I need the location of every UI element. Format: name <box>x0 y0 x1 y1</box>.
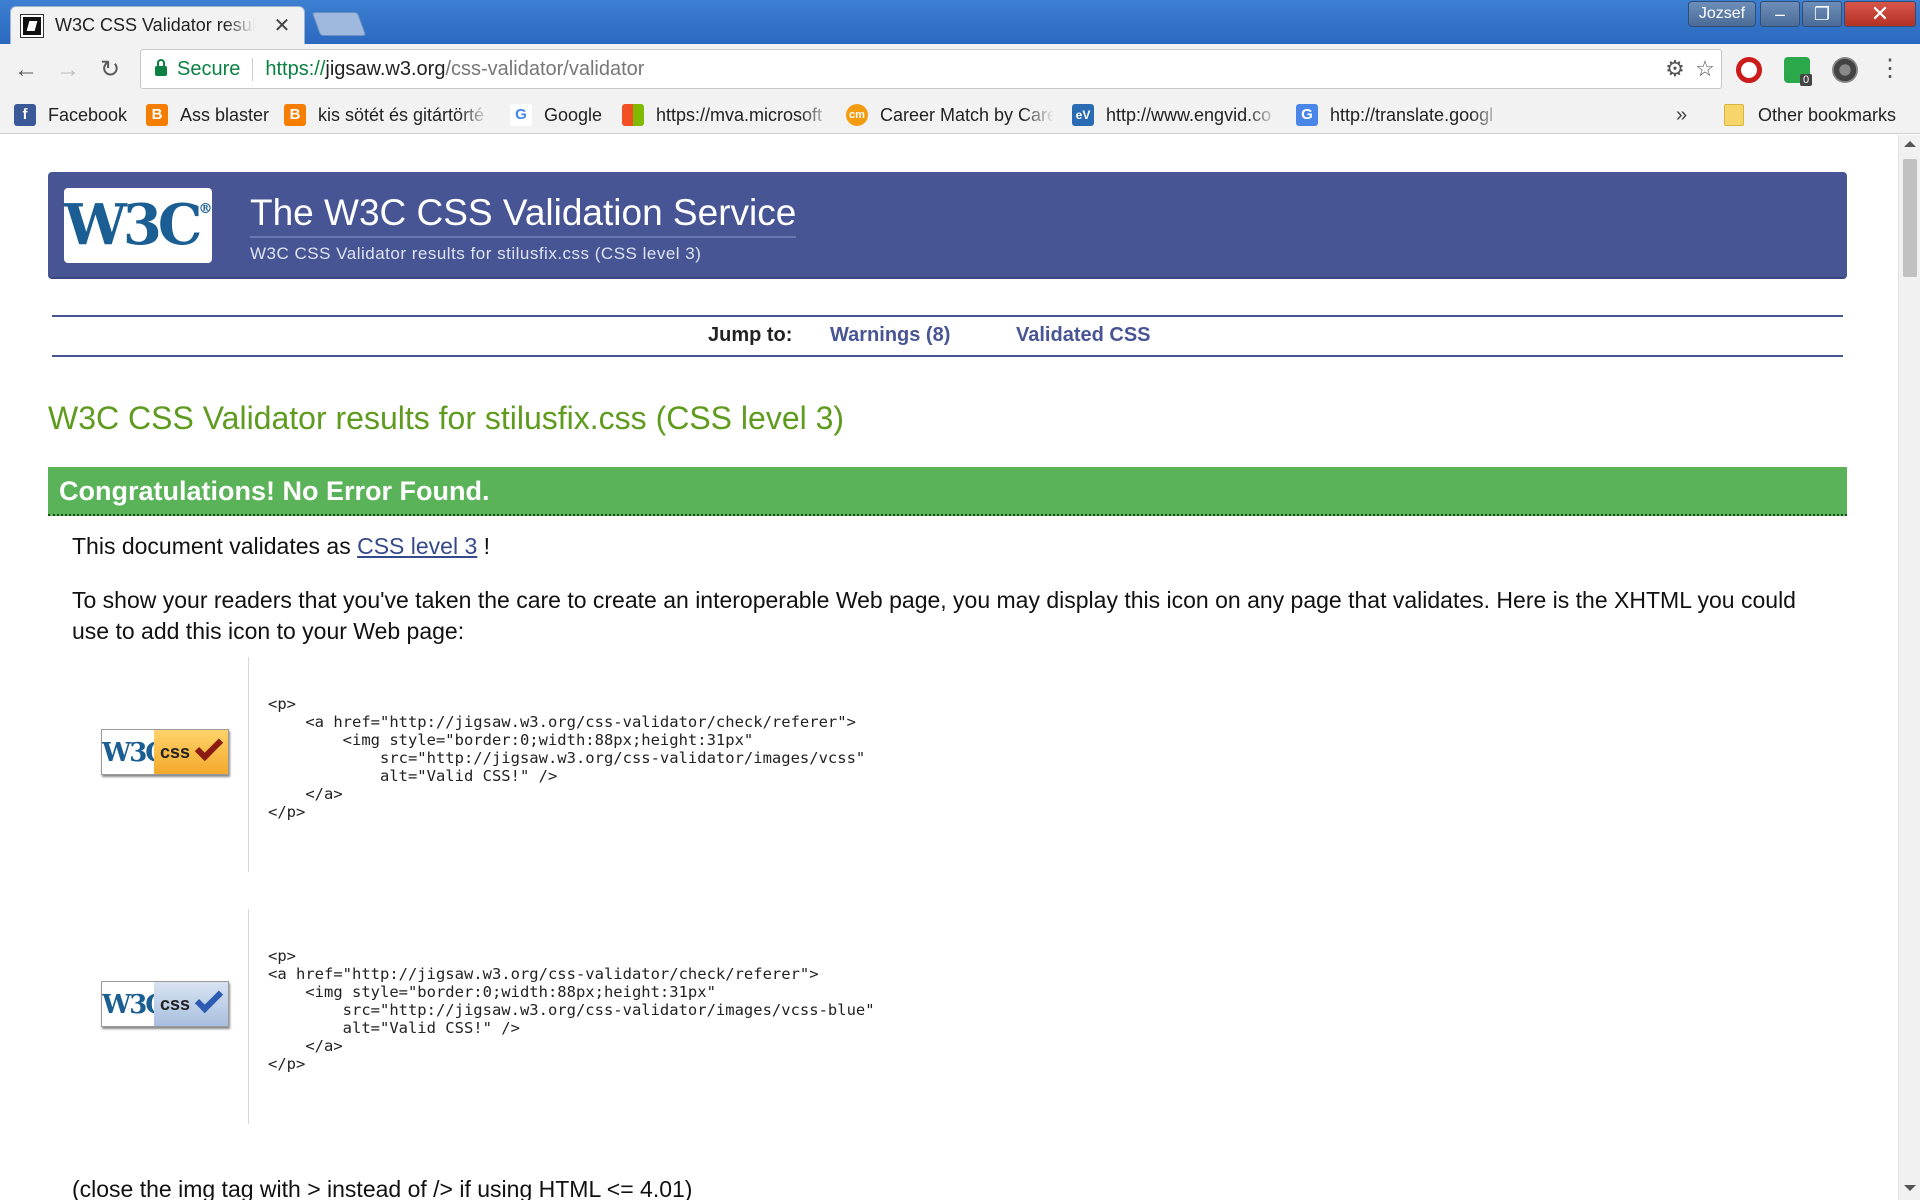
jump-label: Jump to: <box>708 324 793 346</box>
bookmark-google[interactable]: G Google <box>510 101 610 129</box>
bookmark-kis-sotet[interactable]: B kis sötét és gitártörté <box>284 101 490 129</box>
valid-css-badge-blue[interactable]: W3C css <box>101 981 229 1027</box>
forward-button[interactable]: → <box>52 54 84 86</box>
more-bookmarks-chevron-icon[interactable]: » <box>1676 104 1687 127</box>
scroll-down-arrow-icon[interactable] <box>1904 1185 1916 1191</box>
blogger-icon: B <box>146 104 168 126</box>
validates-statement: This document validates as CSS level 3 ! <box>72 533 491 559</box>
google-icon: G <box>510 104 532 126</box>
url-text[interactable]: https://jigsaw.w3.org/css-validator/vali… <box>265 58 644 81</box>
google-translate-icon: G <box>1296 104 1318 126</box>
scroll-up-arrow-icon[interactable] <box>1904 141 1916 147</box>
careermatch-icon: cm <box>846 104 868 126</box>
page-viewport: W3C® The W3C CSS Validation Service W3C … <box>0 135 1898 1200</box>
browser-toolbar: ← → ↻ Secure https://jigsaw.w3.org/css-v… <box>0 44 1920 96</box>
back-button[interactable]: ← <box>10 54 42 86</box>
css-level-3-link[interactable]: CSS level 3 <box>357 533 477 559</box>
congratulations-banner: Congratulations! No Error Found. <box>48 467 1847 516</box>
facebook-icon: f <box>14 104 36 126</box>
bookmark-engvid[interactable]: eV http://www.engvid.co <box>1072 101 1278 129</box>
minimize-button[interactable]: – <box>1760 1 1800 27</box>
checkmark-icon <box>194 984 224 1014</box>
lock-icon <box>155 59 167 76</box>
icon-intro-text: To show your readers that you've taken t… <box>72 587 1796 644</box>
bookmark-facebook[interactable]: f Facebook <box>14 101 132 129</box>
code-snippet-vcss-blue[interactable]: <p> <a href="http://jigsaw.w3.org/css-va… <box>268 947 1248 1073</box>
w3c-logo[interactable]: W3C® <box>64 188 212 263</box>
blogger-icon: B <box>284 104 306 126</box>
scroll-thumb[interactable] <box>1903 159 1917 277</box>
bookmark-translate[interactable]: G http://translate.googl <box>1296 101 1502 129</box>
folder-icon <box>1724 104 1744 126</box>
warnings-link[interactable]: Warnings (8) <box>830 324 950 347</box>
service-title[interactable]: The W3C CSS Validation Service <box>250 192 797 238</box>
code-snippet-vcss[interactable]: <p> <a href="http://jigsaw.w3.org/css-va… <box>268 695 1248 821</box>
tab-close-icon[interactable]: ✕ <box>270 13 294 38</box>
other-bookmarks-folder[interactable]: Other bookmarks <box>1724 101 1914 129</box>
address-bar[interactable]: Secure https://jigsaw.w3.org/css-validat… <box>140 49 1722 89</box>
film-reel-extension-icon[interactable] <box>1832 57 1858 83</box>
engvid-icon: eV <box>1072 104 1094 126</box>
menu-icon[interactable]: ⋮ <box>1878 56 1902 82</box>
results-heading: W3C CSS Validator results for stilusfix.… <box>48 400 845 436</box>
code-sample-2: <p> <a href="http://jigsaw.w3.org/css-va… <box>248 909 1248 1124</box>
reload-button[interactable]: ↻ <box>94 54 126 86</box>
service-subtitle: W3C CSS Validator results for stilusfix.… <box>250 244 702 263</box>
validated-css-link[interactable]: Validated CSS <box>1016 324 1151 347</box>
tab-title: W3C CSS Validator results <box>55 15 255 35</box>
translate-blocked-icon[interactable]: ⚙ <box>1663 57 1687 81</box>
bookmarks-bar: f Facebook B Ass blaster B kis sötét és … <box>0 96 1920 134</box>
valid-css-badge-yellow[interactable]: W3C css <box>101 729 229 775</box>
window-titlebar: W3C CSS Validator results ✕ Jozsef – ❐ ✕ <box>0 0 1920 44</box>
profile-button[interactable]: Jozsef <box>1688 1 1756 27</box>
security-label[interactable]: Secure <box>177 57 254 81</box>
vertical-scrollbar[interactable] <box>1898 135 1920 1200</box>
close-tag-note: (close the img tag with > instead of /> … <box>72 1176 693 1200</box>
browser-tab[interactable]: W3C CSS Validator results ✕ <box>10 6 305 44</box>
w3c-favicon-icon <box>20 13 44 38</box>
extension-badge: 0 <box>1800 74 1813 86</box>
bookmark-mva-microsoft[interactable]: https://mva.microsoft <box>622 101 832 129</box>
maximize-button[interactable]: ❐ <box>1802 1 1842 27</box>
bookmark-star-icon[interactable]: ☆ <box>1693 57 1717 81</box>
opera-extension-icon[interactable] <box>1736 57 1762 83</box>
code-sample-1: <p> <a href="http://jigsaw.w3.org/css-va… <box>248 657 1248 872</box>
microsoft-icon <box>622 104 644 126</box>
checkmark-icon <box>194 732 224 762</box>
new-tab-button[interactable] <box>311 12 367 36</box>
jump-navigation: Jump to: Warnings (8) Validated CSS <box>52 315 1843 357</box>
bookmark-career-match[interactable]: cm Career Match by Care <box>846 101 1054 129</box>
bookmark-ass-blaster[interactable]: B Ass blaster <box>146 101 274 129</box>
close-window-button[interactable]: ✕ <box>1844 1 1916 27</box>
header-banner: W3C® The W3C CSS Validation Service W3C … <box>48 172 1847 279</box>
